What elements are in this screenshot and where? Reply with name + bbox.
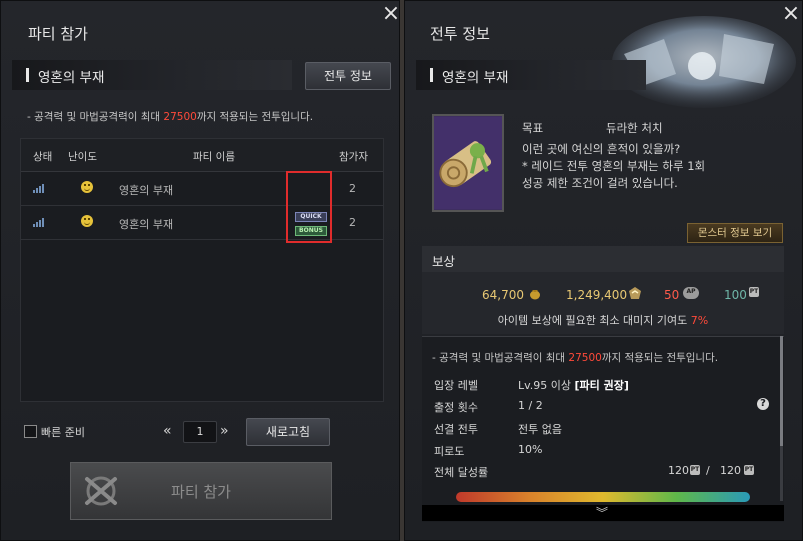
page-prev-icon[interactable]: « [163,423,172,439]
scroll-thumb[interactable] [780,336,783,446]
quick-ready-checkbox[interactable] [24,425,37,438]
refresh-button[interactable]: 새로고침 [246,418,330,446]
goal-label: 목표 [522,121,544,135]
pt-icon: PT [749,287,759,297]
pt-icon: PT [744,465,754,475]
right-panel-title: 전투 정보 [430,25,490,43]
close-right-icon[interactable]: × [781,3,801,25]
party-count: 2 [349,216,356,229]
battle-info-button[interactable]: 전투 정보 [305,62,391,90]
party-list-header: 상태 난이도 파티 이름 참가자 [21,139,383,172]
achievement-separator: / [706,464,710,477]
description-line: 이런 곳에 여신의 흔적이 있을까? [522,142,681,156]
notice-suffix: 까지 적용되는 전투입니다. [601,352,719,364]
page-number: 1 [183,421,217,443]
entry-level-text: Lv.95 이상 [518,379,572,392]
goal-value: 듀라한 처치 [606,121,663,135]
achievement-label: 전체 달성률 [434,466,489,479]
join-party-button[interactable]: 파티 참가 [70,462,332,520]
party-recommend-text: [파티 권장] [574,379,629,392]
reward-pt: 100 [724,288,747,302]
sortie-count-label: 출정 횟수 [434,401,478,414]
reward-exp: 1,249,400 [566,288,628,302]
min-damage-value: 7% [690,314,709,327]
ap-icon: AP [683,287,699,299]
gold-pouch-icon [530,290,540,300]
section-marker [430,68,433,82]
min-damage-text: 아이템 보상에 필요한 최소 대미지 기여도 [497,314,688,327]
sortie-count-value: 1 / 2 [518,399,543,412]
party-name: 영혼의 부재 [119,218,174,231]
fatigue-value: 10% [518,443,543,456]
reward-row: 64,700 1,249,400 50 AP 100 PT 아이템 보상에 필요… [422,272,784,334]
achievement-current: 120 [668,464,689,477]
header-party-name: 파티 이름 [193,151,235,163]
achievement-progress-bar [456,492,750,502]
header-participants: 참가자 [339,151,368,163]
right-section-title: 영혼의 부재 [442,70,509,86]
difficulty-smile-icon [81,215,93,227]
help-icon[interactable]: ? [757,398,769,410]
notice-suffix: 까지 적용되는 전투입니다. [196,111,314,123]
left-panel-title: 파티 참가 [28,25,88,43]
fatigue-label: 피로도 [434,445,465,458]
notice-prefix: - 공격력 및 마법공격력이 최대 [27,111,164,123]
section-marker [26,68,29,82]
page-next-icon[interactable]: » [220,423,229,439]
signal-icon [33,218,47,227]
join-party-label: 파티 참가 [171,483,231,501]
entry-level-label: 입장 레벨 [434,379,478,392]
prerequisite-label: 선결 전투 [434,423,478,436]
description-line: 성공 제한 조건이 걸려 있습니다. [522,176,678,190]
detail-notice: - 공격력 및 마법공격력이 최대 27500까지 적용되는 전투입니다. [432,350,718,365]
notice-value: 27500 [568,352,602,364]
left-notice: - 공격력 및 마법공격력이 최대 27500까지 적용되는 전투입니다. [27,109,313,124]
party-name: 영혼의 부재 [119,184,174,197]
scroll-quest-icon [432,114,504,212]
left-section-title: 영혼의 부재 [38,70,105,86]
detail-scrollbar[interactable] [780,336,783,501]
min-damage-line: 아이템 보상에 필요한 최소 대미지 기여도 7% [422,312,784,328]
scroll-down-icon[interactable]: ︾ [592,505,612,521]
achievement-max: 120 [720,464,741,477]
notice-value: 27500 [163,111,197,123]
highlight-annotation-box [286,171,332,243]
notice-prefix: - 공격력 및 마법공격력이 최대 [432,352,569,364]
entry-level-value: Lv.95 이상 [파티 권장] [518,377,629,393]
prerequisite-value: 전투 없음 [518,423,562,436]
pt-icon: PT [690,465,700,475]
difficulty-smile-icon [81,181,93,193]
description-line: * 레이드 전투 영혼의 부재는 하루 1회 [522,159,706,173]
reward-title: 보상 [432,254,456,269]
party-count: 2 [349,182,356,195]
left-section-header: 영혼의 부재 [12,60,292,90]
monster-info-button[interactable]: 몬스터 정보 보기 [687,223,783,243]
header-status: 상태 [33,151,53,163]
right-section-header: 영혼의 부재 [416,60,646,90]
header-difficulty: 난이도 [68,151,97,163]
quick-ready-label: 빠른 준비 [41,426,85,439]
close-left-icon[interactable]: × [381,3,401,25]
signal-icon [33,184,47,193]
reward-gold: 64,700 [482,288,524,302]
exp-badge-icon [629,287,641,299]
reward-header: 보상 [422,246,784,272]
reward-ap: 50 [664,288,680,302]
